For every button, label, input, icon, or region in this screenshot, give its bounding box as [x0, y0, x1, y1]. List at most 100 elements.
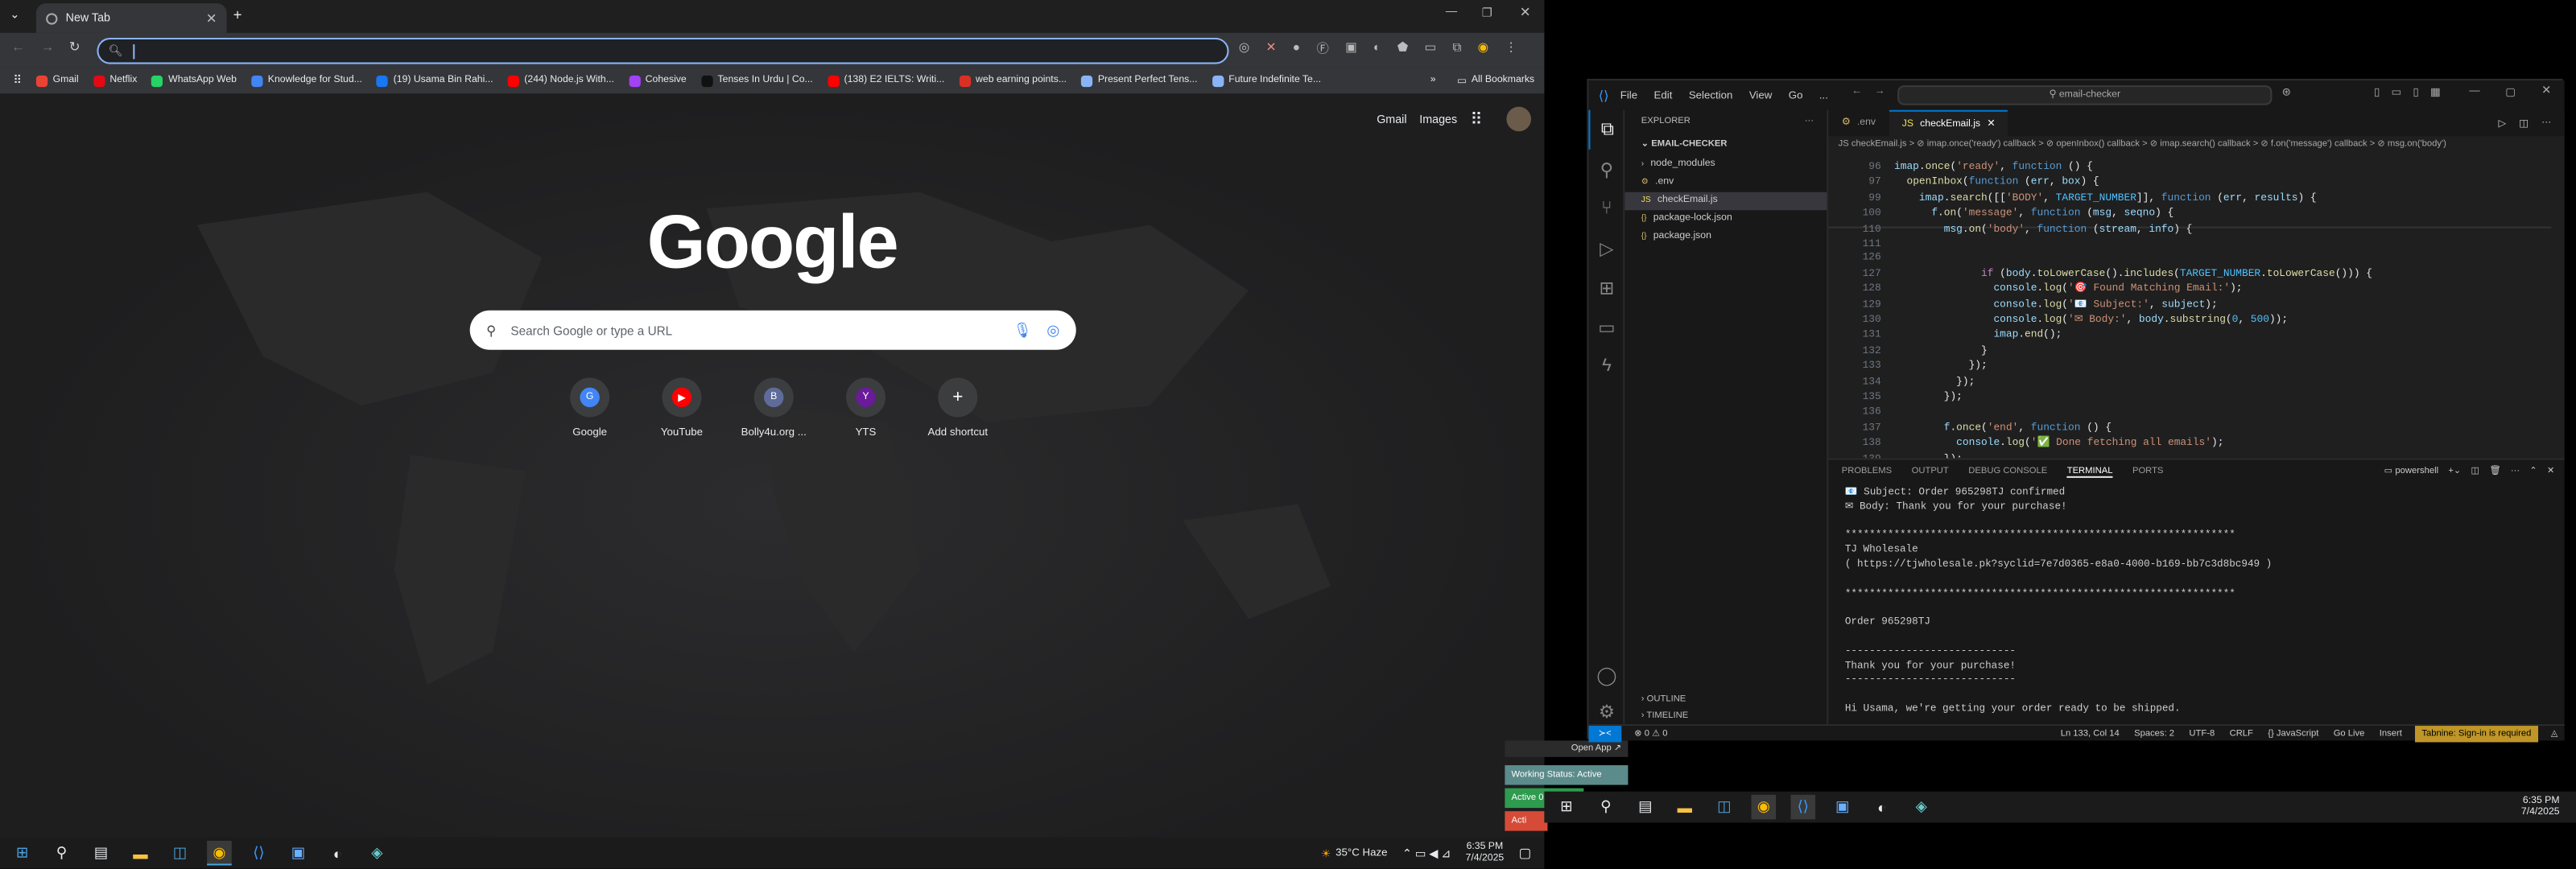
shortcut-tile[interactable]: B Bolly4u.org ... [728, 377, 819, 439]
file-item[interactable]: {} package-lock.json [1624, 210, 1827, 228]
taskbar-search-icon-2[interactable]: ⚲ [1594, 795, 1619, 820]
nav-forward-icon[interactable]: → [1875, 85, 1885, 97]
status-item[interactable]: {} JavaScript [2268, 728, 2318, 738]
bookmark-item[interactable]: (19) Usama Bin Rahi... [377, 74, 493, 87]
all-bookmarks[interactable]: ▭ All Bookmarks [1457, 75, 1534, 86]
new-terminal-icon[interactable]: +⌄ [2448, 467, 2461, 476]
zoom-taskbar-icon[interactable]: ▣ [286, 841, 311, 866]
vs-minimize-button[interactable]: — [2469, 85, 2479, 97]
nav-back-icon[interactable]: ← [1852, 85, 1862, 97]
task-view-icon-2[interactable]: ▤ [1633, 795, 1658, 820]
gmail-link[interactable]: Gmail [1377, 115, 1406, 126]
address-bar[interactable]: 🔍︎ [97, 37, 1229, 64]
status-item[interactable]: Insert [2380, 728, 2402, 738]
maximize-panel-icon[interactable]: ⌃ [2529, 467, 2537, 476]
new-tab-button[interactable]: + [233, 6, 242, 23]
status-item[interactable]: Ln 133, Col 14 [2061, 728, 2120, 738]
clock-2[interactable]: 6:35 PM 7/4/2025 [2521, 796, 2560, 819]
split-terminal-icon[interactable]: ◫ [2471, 467, 2480, 476]
status-item[interactable]: Spaces: 2 [2134, 728, 2174, 738]
shortcut-tile[interactable]: Y YTS [819, 377, 911, 439]
tab-ports[interactable]: PORTS [2132, 467, 2163, 476]
file-explorer-icon[interactable]: ▬ [128, 841, 153, 866]
menu-item[interactable]: Selection [1689, 89, 1733, 101]
file-item[interactable]: › node_modules [1624, 156, 1827, 174]
menu-item[interactable]: File [1620, 89, 1637, 101]
bookmark-item[interactable]: Present Perfect Tens... [1081, 74, 1197, 87]
clock[interactable]: 6:35 PM 7/4/2025 [1466, 842, 1505, 865]
vscode-taskbar-icon[interactable]: ⟨⟩ [246, 841, 271, 866]
extensions-puzzle-icon[interactable]: ⧉ [1452, 39, 1461, 57]
menu-item[interactable]: Go [1789, 89, 1803, 101]
file-item[interactable]: ⚙ .env [1624, 174, 1827, 192]
status-item[interactable]: Go Live [2334, 728, 2365, 738]
extensions-icon[interactable]: ⊞ [1588, 268, 1624, 307]
source-control-icon[interactable]: ⑂ [1588, 189, 1624, 229]
tab-env[interactable]: ⚙ .env [1828, 110, 1889, 137]
problems-count[interactable]: ⊗ 0 ⚠ 0 [1634, 728, 1667, 738]
bookmark-item[interactable]: WhatsApp Web [151, 74, 237, 87]
taskbar-search-icon[interactable]: ⚲ [49, 841, 74, 866]
voice-search-icon[interactable]: 🎙︎ [1013, 321, 1032, 339]
chrome-taskbar-icon[interactable]: ◉ [207, 840, 232, 866]
minimize-button[interactable]: — [1446, 6, 1457, 18]
maximize-button[interactable]: ❐ [1482, 6, 1492, 19]
code-editor[interactable]: 126 127 128 129 130 131 132 133 134 135 … [1828, 235, 2551, 464]
windows-start-icon[interactable]: ⊞ [10, 841, 35, 866]
remote-explorer-icon[interactable]: ▭ [1588, 307, 1624, 347]
tab-problems[interactable]: PROBLEMS [1842, 467, 1892, 476]
shortcut-tile[interactable]: ▶ YouTube [636, 377, 728, 439]
extension-tab-icon[interactable]: ▭ [1424, 39, 1435, 57]
extension-fd-icon[interactable]: Ⓕ [1316, 39, 1328, 57]
vs-close-button[interactable]: ✕ [2541, 84, 2551, 97]
chrome-taskbar-icon-2[interactable]: ◉ [1751, 794, 1777, 820]
tab-search-icon[interactable]: ⌄ [10, 8, 19, 21]
extension-shield-icon[interactable]: ⬟ [1397, 39, 1408, 57]
close-editor-tab-icon[interactable]: ✕ [1987, 112, 1995, 137]
search-view-icon[interactable]: ⚲ [1588, 150, 1624, 189]
notifications-bell-icon[interactable]: ◬ [2551, 728, 2558, 738]
bookmarks-overflow-icon[interactable]: » [1430, 76, 1436, 85]
google-apps-icon[interactable]: ⠿ [1471, 112, 1483, 130]
images-link[interactable]: Images [1419, 115, 1457, 126]
tab-output[interactable]: OUTPUT [1912, 467, 1949, 476]
terminal-shell-icon[interactable]: ▭ powershell [2384, 467, 2438, 476]
command-center[interactable]: ⚲ email-checker [1897, 85, 2273, 105]
kill-terminal-icon[interactable]: 🗑︎ [2489, 467, 2500, 476]
extension-circle-icon[interactable]: ● [1293, 39, 1300, 57]
bookmark-item[interactable]: (244) Node.js With... [507, 74, 614, 87]
bookmark-item[interactable]: Cohesive [629, 74, 687, 87]
lens-icon[interactable]: ◎ [1046, 321, 1059, 339]
toggle-panel-icon[interactable]: ▭ [2392, 85, 2402, 98]
run-file-icon[interactable]: ▷ [2498, 117, 2505, 129]
file-explorer-icon-2[interactable]: ▬ [1673, 795, 1698, 820]
tab-checkemail[interactable]: JS checkEmail.js ✕ [1889, 109, 2008, 137]
open-app-button[interactable]: Open App ↗ [1505, 740, 1629, 757]
breadcrumb[interactable]: JS checkEmail.js > ⊘ imap.once('ready') … [1828, 136, 2564, 152]
explorer-icon[interactable]: ⧉ [1588, 109, 1624, 150]
toggle-sidebar-icon[interactable]: ▯ [2374, 85, 2380, 98]
project-folder[interactable]: ⌄ EMAIL-CHECKER [1624, 133, 1827, 156]
extension-dark-icon[interactable]: ◐ [1373, 39, 1381, 57]
bookmark-item[interactable]: Knowledge for Stud... [251, 74, 362, 87]
close-panel-icon[interactable]: ✕ [2547, 467, 2554, 476]
incognito-icon[interactable]: ◎ [1239, 39, 1249, 57]
tracker-taskbar-icon[interactable]: ◈ [365, 841, 390, 866]
weather-widget[interactable]: ☀ 35°C Haze [1321, 846, 1387, 859]
split-editor-icon[interactable]: ◫ [2519, 117, 2529, 129]
toggle-secondary-icon[interactable]: ▯ [2413, 85, 2418, 98]
forward-icon[interactable]: → [41, 39, 54, 54]
profile-avatar-icon[interactable]: ◉ [1478, 39, 1488, 57]
tracker-taskbar-icon-2[interactable]: ◈ [1909, 795, 1934, 820]
close-tab-icon[interactable]: ✕ [206, 10, 217, 25]
vs-maximize-button[interactable]: ▢ [2505, 85, 2516, 98]
shortcut-tile[interactable]: G Google [544, 377, 636, 439]
accounts-icon[interactable]: ◯ [1588, 655, 1624, 694]
tab-new-tab[interactable]: New Tab ✕ [35, 3, 227, 33]
editor-more-icon[interactable]: ··· [2541, 118, 2551, 128]
menu-item[interactable]: ... [1819, 89, 1828, 101]
system-tray-icons[interactable]: ⌃ ▭ ◀ ⊿ [1402, 846, 1451, 859]
tab-terminal[interactable]: TERMINAL [2066, 466, 2113, 477]
extension-image-icon[interactable]: ▣ [1345, 39, 1356, 57]
back-icon[interactable]: ← [11, 39, 24, 54]
